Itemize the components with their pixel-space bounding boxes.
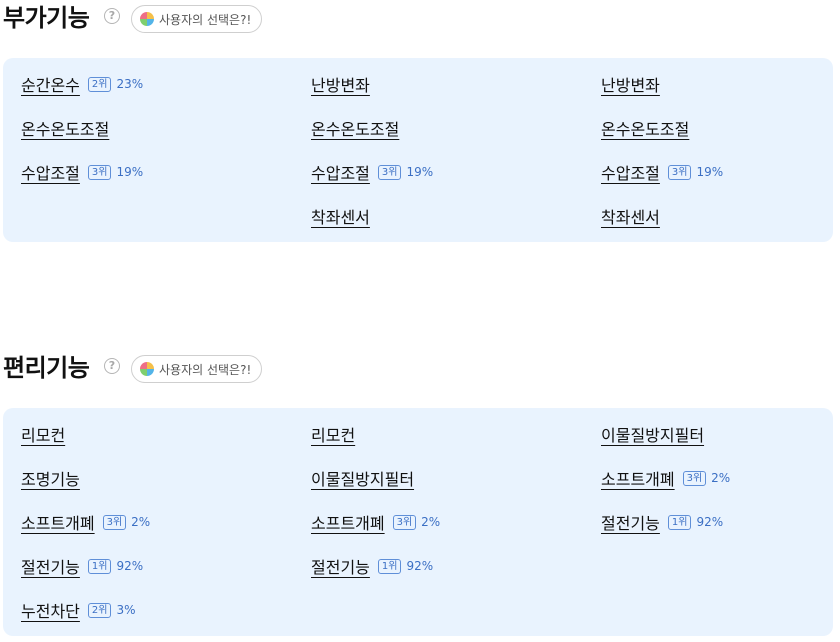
percent-label: 2% <box>131 515 151 529</box>
feature-link[interactable]: 소프트개폐 <box>21 510 95 534</box>
rank-badge: 1위 <box>667 514 692 530</box>
help-icon[interactable]: ? <box>104 358 120 374</box>
section-convenience-features: 편리기능 ? 사용자의 선택은?! 리모컨 조명기능 소프트개폐 3위 2% 절… <box>0 350 840 636</box>
feature-item: 이물질방지필터 <box>311 466 414 490</box>
feature-item: 난방변좌 <box>311 72 370 96</box>
feature-item: 소프트개폐 3위 2% <box>21 510 150 534</box>
percent-label: 92% <box>406 559 434 573</box>
user-choice-label: 사용자의 선택은?! <box>159 362 252 377</box>
rank-badge: 2위 <box>87 76 112 92</box>
section-title: 편리기능 <box>3 354 90 382</box>
user-choice-label: 사용자의 선택은?! <box>159 12 252 27</box>
percent-label: 92% <box>116 559 144 573</box>
section-title: 부가기능 <box>3 4 90 32</box>
section-header: 부가기능 ? 사용자의 선택은?! <box>0 0 840 38</box>
feature-item: 이물질방지필터 <box>601 422 704 446</box>
feature-item: 수압조절 3위 19% <box>601 160 723 184</box>
feature-link[interactable]: 온수온도조절 <box>601 116 689 140</box>
feature-link[interactable]: 온수온도조절 <box>311 116 399 140</box>
feature-link[interactable]: 절전기능 <box>601 510 660 534</box>
feature-link[interactable]: 이물질방지필터 <box>311 466 414 490</box>
feature-link[interactable]: 조명기능 <box>21 466 80 490</box>
percent-label: 19% <box>116 165 144 179</box>
rank-badge: 1위 <box>87 558 112 574</box>
rank-badge: 3위 <box>377 164 402 180</box>
color-wheel-icon <box>140 12 154 26</box>
feature-link[interactable]: 착좌센서 <box>601 204 660 228</box>
help-icon[interactable]: ? <box>104 8 120 24</box>
percent-label: 2% <box>421 515 441 529</box>
rank-badge: 3위 <box>682 470 707 486</box>
feature-item: 리모컨 <box>311 422 355 446</box>
rank-badge: 1위 <box>377 558 402 574</box>
feature-link[interactable]: 수압조절 <box>601 160 660 184</box>
feature-item: 착좌센서 <box>601 204 660 228</box>
feature-link[interactable]: 리모컨 <box>21 422 65 446</box>
user-choice-button[interactable]: 사용자의 선택은?! <box>131 5 263 33</box>
feature-item: 조명기능 <box>21 466 80 490</box>
feature-link[interactable]: 누전차단 <box>21 598 80 622</box>
feature-link[interactable]: 온수온도조절 <box>21 116 109 140</box>
section-additional-features: 부가기능 ? 사용자의 선택은?! 순간온수 2위 23% 온수온도조절 수압조… <box>0 0 840 242</box>
feature-item: 절전기능 1위 92% <box>311 554 433 578</box>
user-choice-button[interactable]: 사용자의 선택은?! <box>131 355 263 383</box>
rank-badge: 3위 <box>87 164 112 180</box>
feature-link[interactable]: 수압조절 <box>21 160 80 184</box>
feature-link[interactable]: 절전기능 <box>21 554 80 578</box>
percent-label: 92% <box>696 515 724 529</box>
feature-panel: 순간온수 2위 23% 온수온도조절 수압조절 3위 19% 난방변좌 온수온도… <box>3 58 833 242</box>
percent-label: 19% <box>696 165 724 179</box>
feature-item: 소프트개폐 3위 2% <box>601 466 730 490</box>
feature-link[interactable]: 난방변좌 <box>601 72 660 96</box>
feature-item: 리모컨 <box>21 422 65 446</box>
feature-panel: 리모컨 조명기능 소프트개폐 3위 2% 절전기능 1위 92% 누전차단 2위… <box>3 408 833 636</box>
feature-link[interactable]: 소프트개폐 <box>311 510 385 534</box>
feature-item: 수압조절 3위 19% <box>311 160 433 184</box>
feature-item: 온수온도조절 <box>601 116 689 140</box>
feature-item: 절전기능 1위 92% <box>21 554 143 578</box>
feature-item: 수압조절 3위 19% <box>21 160 143 184</box>
feature-item: 소프트개폐 3위 2% <box>311 510 440 534</box>
rank-badge: 3위 <box>667 164 692 180</box>
feature-item: 순간온수 2위 23% <box>21 72 143 96</box>
rank-badge: 2위 <box>87 602 112 618</box>
rank-badge: 3위 <box>102 514 127 530</box>
feature-link[interactable]: 순간온수 <box>21 72 80 96</box>
feature-link[interactable]: 리모컨 <box>311 422 355 446</box>
section-header: 편리기능 ? 사용자의 선택은?! <box>0 350 840 388</box>
feature-link[interactable]: 착좌센서 <box>311 204 370 228</box>
feature-item: 온수온도조절 <box>311 116 399 140</box>
feature-item: 난방변좌 <box>601 72 660 96</box>
feature-link[interactable]: 난방변좌 <box>311 72 370 96</box>
percent-label: 19% <box>406 165 434 179</box>
feature-item: 누전차단 2위 3% <box>21 598 136 622</box>
feature-link[interactable]: 이물질방지필터 <box>601 422 704 446</box>
feature-item: 절전기능 1위 92% <box>601 510 723 534</box>
percent-label: 3% <box>116 603 136 617</box>
feature-item: 온수온도조절 <box>21 116 109 140</box>
feature-link[interactable]: 절전기능 <box>311 554 370 578</box>
feature-link[interactable]: 수압조절 <box>311 160 370 184</box>
feature-link[interactable]: 소프트개폐 <box>601 466 675 490</box>
percent-label: 2% <box>711 471 731 485</box>
feature-item: 착좌센서 <box>311 204 370 228</box>
percent-label: 23% <box>116 77 144 91</box>
color-wheel-icon <box>140 362 154 376</box>
rank-badge: 3위 <box>392 514 417 530</box>
